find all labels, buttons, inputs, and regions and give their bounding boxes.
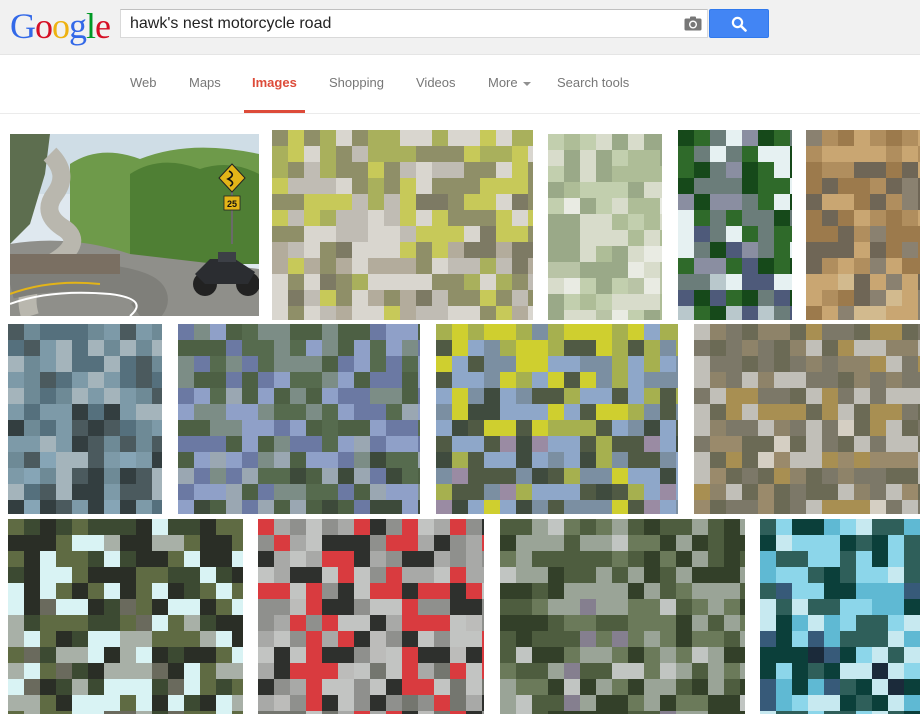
image-result-1[interactable]: 25 xyxy=(10,134,259,316)
image-result-11[interactable] xyxy=(258,519,484,714)
image-result-3[interactable] xyxy=(548,134,662,320)
tab-more[interactable]: More xyxy=(488,75,531,91)
tab-web[interactable]: Web xyxy=(130,75,157,91)
blurred-thumbnail xyxy=(8,324,162,514)
logo-letter: G xyxy=(10,6,36,46)
tab-videos[interactable]: Videos xyxy=(416,75,456,91)
blurred-thumbnail xyxy=(760,519,920,714)
blurred-thumbnail xyxy=(258,519,484,714)
blurred-thumbnail xyxy=(678,130,792,320)
chevron-down-icon xyxy=(522,81,531,86)
tab-search-tools[interactable]: Search tools xyxy=(557,75,629,91)
blurred-thumbnail xyxy=(548,134,662,320)
search-box[interactable] xyxy=(120,9,708,38)
image-result-7[interactable] xyxy=(178,324,420,514)
image-result-12[interactable] xyxy=(500,519,745,714)
blurred-thumbnail xyxy=(8,519,243,714)
image-result-2[interactable] xyxy=(272,130,533,320)
image-result-4[interactable] xyxy=(678,130,792,320)
blurred-thumbnail xyxy=(806,130,920,320)
tab-images[interactable]: Images xyxy=(252,75,297,91)
logo-letter: o xyxy=(52,6,70,46)
google-logo[interactable]: Google xyxy=(10,4,111,48)
image-result-13[interactable] xyxy=(760,519,920,714)
logo-letter: e xyxy=(95,6,111,46)
image-result-10[interactable] xyxy=(8,519,243,714)
search-nav: Web Maps Images Shopping Videos More Sea… xyxy=(0,55,920,114)
blurred-thumbnail xyxy=(272,130,533,320)
logo-letter: o xyxy=(35,6,53,46)
blurred-thumbnail xyxy=(178,324,420,514)
tab-maps[interactable]: Maps xyxy=(189,75,221,91)
image-result-6[interactable] xyxy=(8,324,162,514)
blurred-thumbnail xyxy=(500,519,745,714)
svg-text:25: 25 xyxy=(227,199,237,209)
active-tab-indicator xyxy=(244,110,305,113)
tab-more-label: More xyxy=(488,75,518,90)
logo-letter: l xyxy=(86,6,96,46)
image-results-grid: 25 xyxy=(0,114,920,714)
camera-icon[interactable] xyxy=(684,16,702,31)
image-result-9[interactable] xyxy=(694,324,920,514)
blurred-thumbnail xyxy=(436,324,678,514)
road-motorcycle-photo: 25 xyxy=(10,134,259,316)
tab-shopping[interactable]: Shopping xyxy=(329,75,384,91)
search-input[interactable] xyxy=(121,10,681,37)
search-button[interactable] xyxy=(709,9,769,38)
header-bar: Google xyxy=(0,0,920,55)
logo-letter: g xyxy=(69,6,87,46)
image-result-8[interactable] xyxy=(436,324,678,514)
image-result-5[interactable] xyxy=(806,130,920,320)
blurred-thumbnail xyxy=(694,324,920,514)
